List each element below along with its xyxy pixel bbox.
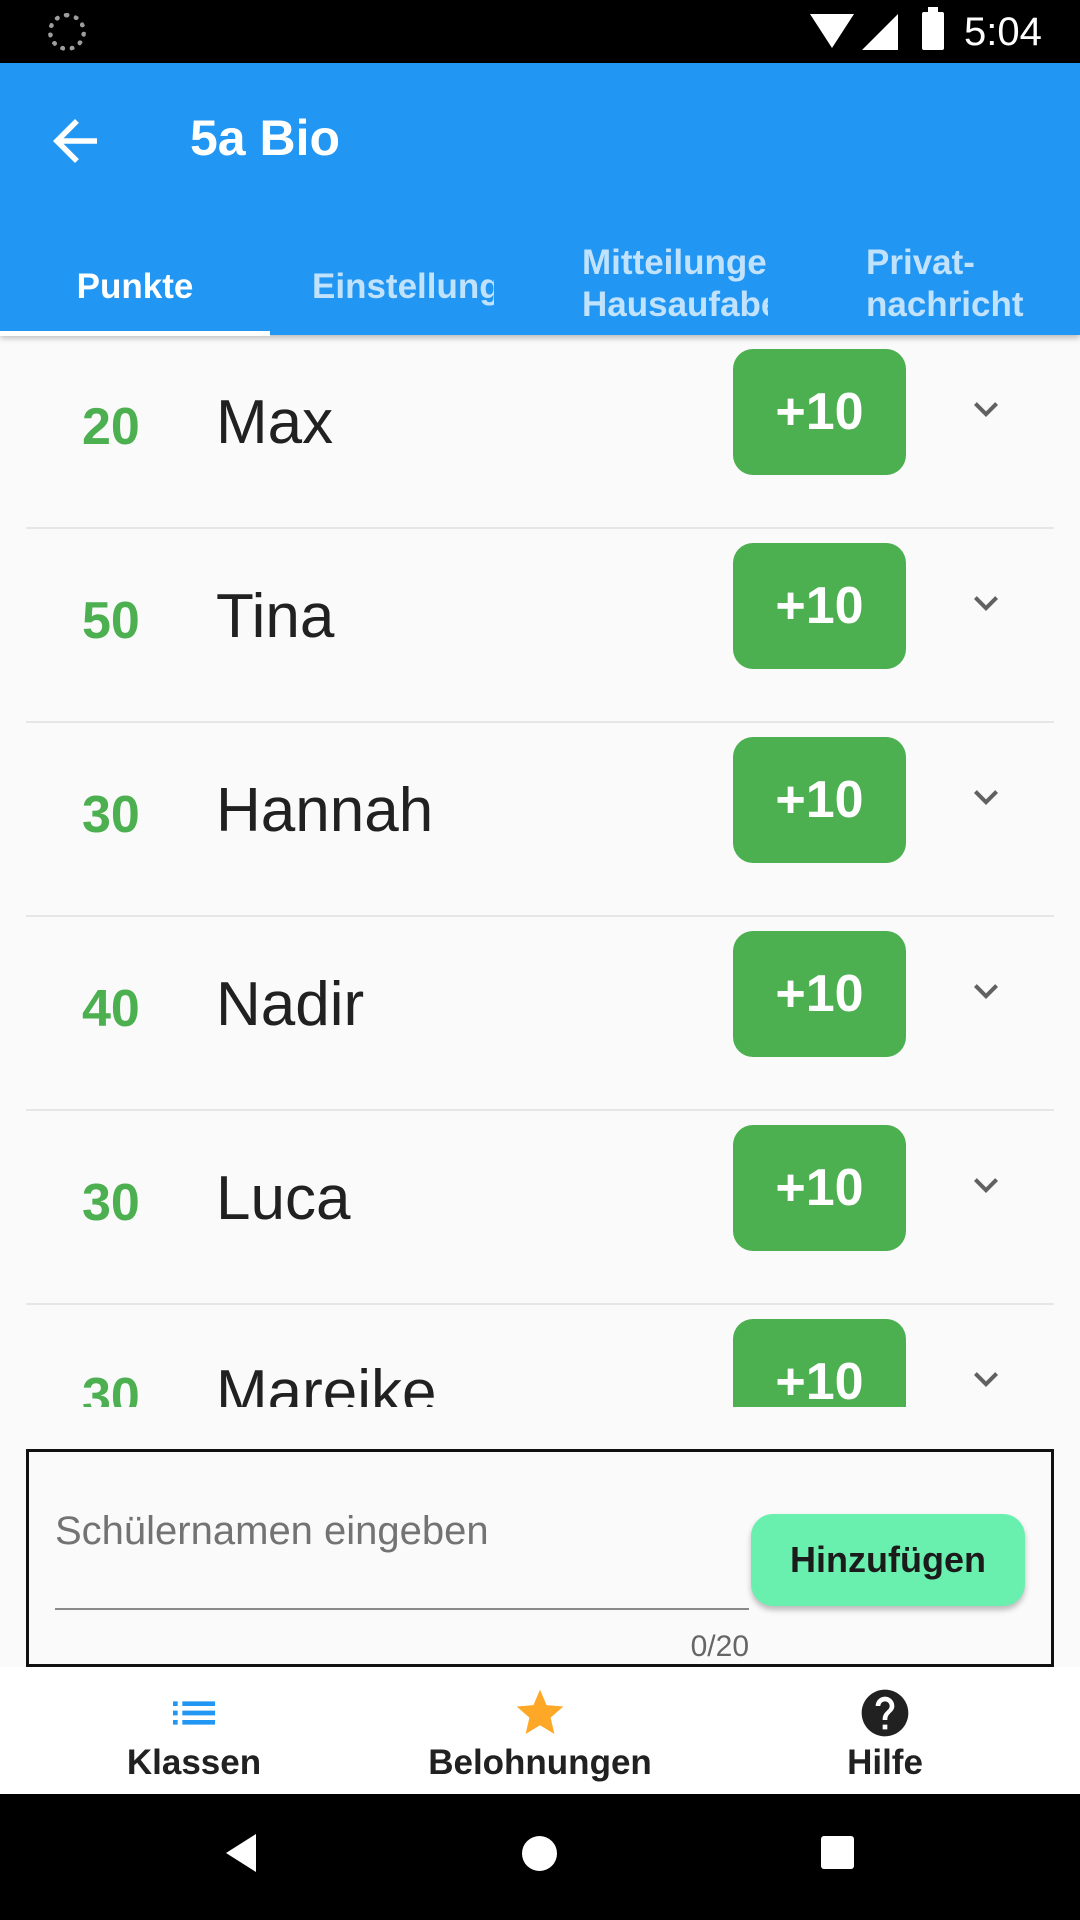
- character-counter: 0/20: [690, 1630, 749, 1663]
- arrow-back-icon: [53, 119, 97, 163]
- chevron-down-icon[interactable]: [962, 773, 1010, 821]
- tab-label: Punkte: [76, 267, 194, 306]
- add-points-button[interactable]: +10: [733, 737, 906, 863]
- tab-bar: Punkte Einstellungen Mitteilungen Hausau…: [0, 238, 1080, 335]
- tab-einstellungen[interactable]: Einstellungen: [312, 238, 494, 335]
- student-name: Luca: [216, 1164, 351, 1233]
- student-list[interactable]: 20 Max +10 50 Tina +10 30 Hannah +10 40 …: [26, 335, 1054, 1407]
- nav-item-klassen[interactable]: Klassen: [84, 1667, 304, 1794]
- sync-icon: [48, 13, 86, 51]
- list-item: 50 Tina +10: [26, 529, 1054, 723]
- back-button[interactable]: [42, 108, 108, 174]
- tab-punkte[interactable]: Punkte: [0, 238, 270, 335]
- list-item: 30 Mareike +10: [26, 1305, 1054, 1407]
- battery-icon: [922, 7, 944, 50]
- nav-label: Belohnungen: [428, 1743, 652, 1782]
- student-points: 30: [82, 786, 140, 844]
- page-title: 5a Bio: [190, 110, 341, 166]
- student-points: 30: [82, 1174, 140, 1232]
- nav-item-belohnungen[interactable]: Belohnungen: [400, 1667, 680, 1794]
- tab-mitteilungen-hausaufgaben[interactable]: Mitteilungen Hausaufaben: [582, 238, 768, 335]
- student-name: Hannah: [216, 776, 434, 845]
- chevron-down-icon[interactable]: [962, 967, 1010, 1015]
- add-student-button[interactable]: Hinzufügen: [751, 1514, 1025, 1606]
- tab-label: Privat- nachricht: [866, 243, 1024, 324]
- student-name: Tina: [216, 582, 335, 651]
- nav-label: Hilfe: [847, 1743, 923, 1782]
- add-points-button[interactable]: +10: [733, 1125, 906, 1251]
- student-name: Nadir: [216, 970, 365, 1039]
- chevron-down-icon[interactable]: [962, 1161, 1010, 1209]
- student-points: 20: [82, 398, 140, 456]
- system-recents-icon[interactable]: [821, 1836, 854, 1869]
- student-points: 40: [82, 980, 140, 1038]
- student-points: 50: [82, 592, 140, 650]
- app-bar: 5a Bio Punkte Einstellungen Mitteilungen…: [0, 63, 1080, 336]
- chevron-down-icon[interactable]: [962, 579, 1010, 627]
- signal-icon: [862, 14, 898, 50]
- tab-privatnachricht[interactable]: Privat- nachricht: [866, 238, 1080, 335]
- system-home-icon[interactable]: [522, 1836, 557, 1871]
- add-student-form: 0/20 Hinzufügen: [26, 1449, 1054, 1667]
- student-name: Max: [216, 388, 334, 457]
- list-item: 40 Nadir +10: [26, 917, 1054, 1111]
- bottom-navigation: Klassen Belohnungen Hilfe: [0, 1667, 1080, 1794]
- list-item: 20 Max +10: [26, 335, 1054, 529]
- list-item: 30 Hannah +10: [26, 723, 1054, 917]
- tab-label: Mitteilungen Hausaufaben: [582, 243, 768, 324]
- add-points-button[interactable]: +10: [733, 931, 906, 1057]
- system-navigation-bar: [0, 1794, 1080, 1920]
- list-item: 30 Luca +10: [26, 1111, 1054, 1305]
- status-bar: 5:04: [0, 0, 1080, 63]
- add-points-button[interactable]: +10: [733, 349, 906, 475]
- student-name-input[interactable]: [55, 1502, 749, 1560]
- student-points: 30: [82, 1368, 140, 1407]
- wifi-icon: [810, 14, 854, 48]
- add-points-button[interactable]: +10: [733, 543, 906, 669]
- list-icon: [173, 1701, 215, 1725]
- chevron-down-icon[interactable]: [962, 385, 1010, 433]
- help-icon: [861, 1689, 909, 1737]
- star-icon: [516, 1689, 564, 1734]
- nav-item-hilfe[interactable]: Hilfe: [790, 1667, 980, 1794]
- tab-label: Einstellungen: [312, 267, 494, 306]
- chevron-down-icon[interactable]: [962, 1355, 1010, 1403]
- system-back-icon[interactable]: [226, 1834, 256, 1872]
- student-name: Mareike: [216, 1358, 437, 1407]
- clock: 5:04: [964, 10, 1042, 54]
- input-underline: [55, 1608, 749, 1610]
- nav-label: Klassen: [126, 1743, 262, 1782]
- add-points-button-clip: +10: [733, 1319, 906, 1407]
- add-points-button[interactable]: +10: [733, 1319, 906, 1407]
